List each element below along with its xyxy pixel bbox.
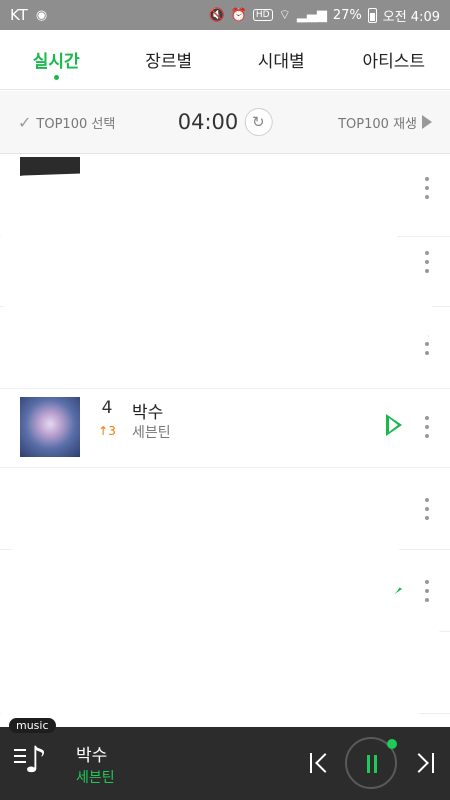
app-notification-icon: ◉: [35, 7, 48, 23]
checkmark-icon: ✓: [18, 112, 32, 132]
more-options-icon[interactable]: [420, 173, 434, 203]
more-options-icon[interactable]: [420, 412, 434, 442]
refresh-icon[interactable]: ↻: [244, 108, 273, 136]
album-thumbnail: [20, 397, 80, 457]
battery-percent: 27%: [332, 7, 362, 23]
signal-icon: ▂▄▆: [296, 7, 327, 23]
redaction-mark: [0, 680, 420, 727]
chart-toolbar: ✓ TOP100 선택 04:00 ↻ TOP100 재생: [0, 91, 450, 154]
list-item[interactable]: 4 ↑3 박수 세븐틴: [0, 386, 450, 468]
tab-label: 실시간: [32, 52, 80, 72]
tab-realtime[interactable]: 실시간: [0, 30, 113, 89]
battery-icon: [367, 7, 377, 23]
previous-track-icon[interactable]: [310, 752, 335, 774]
mute-icon: 🔇: [208, 7, 225, 23]
top100-select-button[interactable]: ✓ TOP100 선택: [18, 113, 115, 132]
progress-indicator: [387, 739, 397, 749]
next-track-icon[interactable]: [409, 752, 434, 774]
status-time: 오전 4:09: [382, 9, 440, 25]
play-icon: [422, 115, 432, 129]
wifi-icon: ⌔: [278, 7, 291, 23]
song-title: 박수: [132, 403, 164, 423]
tab-artist[interactable]: 아티스트: [338, 30, 450, 89]
music-tag: music: [9, 718, 56, 733]
player-song-title: 박수: [76, 746, 108, 766]
tab-genre[interactable]: 장르별: [113, 30, 226, 89]
top100-select-label: TOP100 선택: [36, 116, 116, 132]
more-options-icon[interactable]: [420, 247, 434, 277]
status-bar: KT ◉ 🔇 ⏰ HD ⌔ ▂▄▆ 27% 오전 4:09: [0, 0, 450, 30]
mini-player[interactable]: music ♪ 박수 세븐틴: [0, 718, 450, 800]
hd-voice-icon: HD: [252, 9, 273, 21]
play-icon[interactable]: [386, 414, 402, 436]
song-artist: 세븐틴: [132, 425, 171, 441]
rank-change: ↑3: [98, 424, 116, 438]
active-tab-indicator: [53, 75, 59, 80]
chart-list: 4 ↑3 박수 세븐틴: [0, 155, 450, 727]
redaction-mark: [0, 601, 441, 689]
carrier-label: KT: [10, 6, 28, 24]
tab-era[interactable]: 시대별: [225, 30, 338, 89]
chart-update-time: 04:00: [177, 110, 239, 134]
more-options-icon[interactable]: [420, 576, 434, 606]
pause-icon[interactable]: [345, 737, 397, 789]
redaction-mark: [0, 345, 420, 385]
alarm-icon: ⏰: [230, 7, 247, 23]
more-options-icon[interactable]: [420, 494, 434, 524]
top100-play-label: TOP100 재생: [338, 116, 417, 132]
tab-label: 시대별: [257, 52, 305, 72]
playlist-icon[interactable]: ♪: [14, 743, 54, 783]
album-art-image: [20, 397, 80, 457]
tab-label: 아티스트: [362, 52, 426, 72]
player-song-artist: 세븐틴: [76, 770, 115, 786]
chart-tabs: 실시간 장르별 시대별 아티스트: [0, 30, 450, 90]
top100-play-button[interactable]: TOP100 재생: [338, 113, 432, 132]
rank-number: 4: [101, 398, 113, 418]
tab-label: 장르별: [145, 52, 193, 72]
